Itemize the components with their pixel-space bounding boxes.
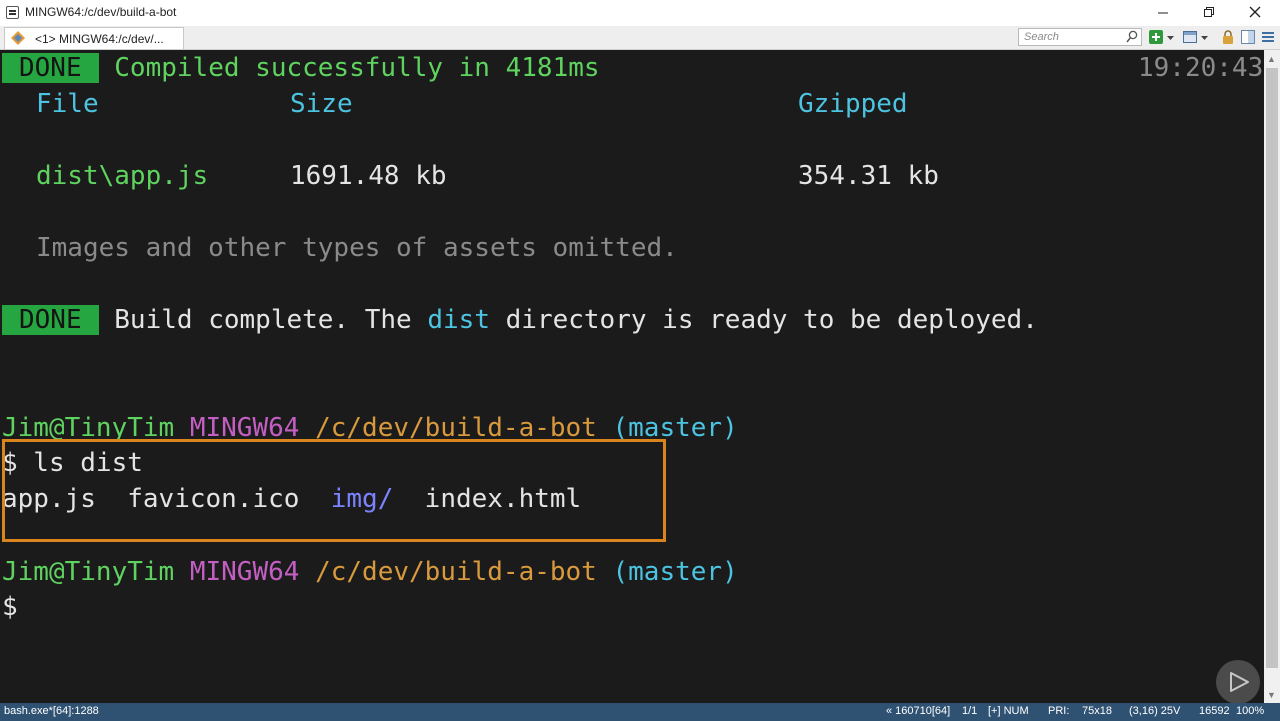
console-tab-icon — [11, 31, 25, 45]
input-prompt[interactable]: $ — [2, 592, 18, 622]
prompt-shell: MINGW64 — [189, 557, 300, 587]
header-size: Size — [290, 89, 353, 119]
status-size: 75x18 — [1082, 705, 1112, 717]
console-tab[interactable]: <1> MINGW64:/c/dev/... — [4, 27, 184, 49]
done-badge: DONE — [2, 305, 99, 335]
compile-status-line: DONE Compiled successfully in 4181ms — [2, 53, 600, 83]
tab-label: <1> MINGW64:/c/dev/... — [35, 32, 164, 46]
tab-toolbar: <1> MINGW64:/c/dev/... Search — [0, 26, 1280, 50]
restore-button[interactable] — [1186, 0, 1232, 26]
terminal-output[interactable]: DONE Compiled successfully in 4181ms 19:… — [0, 50, 1264, 703]
lock-icon[interactable] — [1220, 29, 1236, 45]
status-zoom: 100% — [1236, 705, 1265, 717]
row-file: dist\app.js — [36, 161, 209, 191]
prompt-path: /c/dev/build-a-bot — [315, 557, 597, 587]
highlight-box — [2, 439, 666, 542]
search-icon — [1126, 30, 1138, 43]
header-gzipped: Gzipped — [798, 89, 908, 119]
scroll-thumb[interactable] — [1266, 68, 1278, 668]
assets-omitted-note: Images and other types of assets omitted… — [36, 233, 678, 263]
status-bar: bash.exe*[64]:1288 « 160710[64] 1/1 [+] … — [0, 703, 1280, 721]
scroll-down-icon[interactable]: ▼ — [1267, 690, 1276, 700]
play-icon — [1230, 672, 1249, 692]
build-text-dist: dist — [427, 305, 490, 335]
build-text-post: directory is ready to be deployed. — [489, 305, 1038, 335]
build-complete-line: DONE Build complete. The dist directory … — [2, 305, 1038, 335]
status-mem: 16592 — [1199, 705, 1230, 717]
restore-icon — [1204, 7, 1214, 17]
title-bar: MINGW64:/c/dev/build-a-bot — [0, 0, 1280, 26]
compile-message: Compiled successfully in 4181ms — [114, 53, 600, 83]
prompt-branch: (master) — [612, 557, 738, 587]
split-view-icon[interactable] — [1240, 29, 1256, 45]
chevron-down-icon[interactable] — [1166, 29, 1175, 45]
new-console-icon[interactable] — [1148, 29, 1164, 45]
prompt-line: Jim@TinyTim MINGW64 /c/dev/build-a-bot (… — [2, 557, 738, 587]
header-file: File — [36, 89, 99, 119]
scroll-up-icon[interactable]: ▲ — [1267, 54, 1276, 64]
status-mods: [+] NUM — [988, 705, 1029, 717]
prompt-user: Jim@TinyTim — [2, 557, 175, 587]
search-input[interactable]: Search — [1018, 28, 1142, 46]
search-placeholder: Search — [1024, 31, 1059, 43]
window-layout-icon[interactable] — [1182, 29, 1198, 45]
close-icon — [1249, 6, 1261, 18]
status-pages: 1/1 — [962, 705, 978, 717]
minimize-button[interactable] — [1140, 0, 1186, 26]
chevron-down-icon[interactable] — [1200, 29, 1209, 45]
timestamp: 19:20:43 — [1138, 53, 1264, 83]
row-size: 1691.48 kb — [290, 161, 447, 191]
close-button[interactable] — [1232, 0, 1278, 26]
status-cursor: (3,16) 25V — [1129, 705, 1181, 717]
done-badge: DONE — [2, 53, 99, 83]
status-pri: PRI: — [1048, 705, 1070, 717]
window-title: MINGW64:/c/dev/build-a-bot — [25, 5, 177, 19]
terminal-app-icon — [6, 6, 19, 19]
minimize-icon — [1158, 12, 1168, 14]
row-gzipped: 354.31 kb — [798, 161, 939, 191]
vertical-scrollbar[interactable]: ▲ ▼ — [1264, 50, 1280, 703]
status-info: « 160710[64] — [886, 705, 951, 717]
play-button[interactable] — [1216, 660, 1260, 704]
status-process: bash.exe*[64]:1288 — [4, 705, 99, 717]
build-text-pre: Build complete. The — [114, 305, 428, 335]
menu-icon[interactable] — [1260, 29, 1276, 45]
